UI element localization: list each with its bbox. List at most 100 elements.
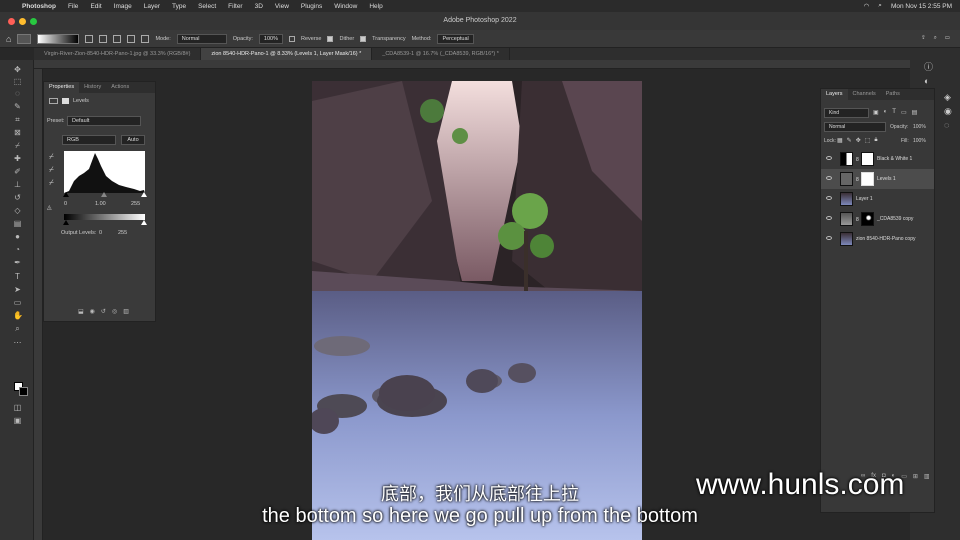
gradient-tool-icon[interactable]: ▤ [13,219,22,228]
zoom-window-button[interactable] [30,18,37,25]
output-black-value[interactable]: 0 [99,230,102,236]
move-tool-icon[interactable]: ✥ [13,65,22,74]
marquee-tool-icon[interactable]: ⬚ [13,77,22,86]
layer-opacity-input[interactable]: 100% [913,124,926,130]
output-black-slider[interactable] [63,220,69,225]
clock[interactable]: Mon Nov 15 2:55 PM [891,3,952,10]
menu-window[interactable]: Window [334,3,357,10]
tab-channels[interactable]: Channels [848,89,881,100]
app-menu[interactable]: Photoshop [22,3,56,10]
menu-edit[interactable]: Edit [90,3,101,10]
gradient-preview[interactable] [37,33,80,44]
tab-zion-pano[interactable]: zion 8540-HDR-Pano-1 @ 8.33% (Levels 1, … [201,48,373,60]
input-white-value[interactable]: 255 [131,201,140,207]
shape-tool-icon[interactable]: ▭ [13,298,22,307]
visibility-eye-icon[interactable] [826,236,832,240]
diamond-gradient-icon[interactable] [141,34,150,43]
screen-mode-icon[interactable]: ▣ [13,416,22,425]
angle-gradient-icon[interactable] [113,34,122,43]
search-icon[interactable]: ⌕ [934,35,937,42]
filter-kind-select[interactable]: Kind [824,108,869,118]
lock-all-icon[interactable]: 🔒︎ [874,137,877,144]
brush-tool-icon[interactable]: ✐ [13,167,22,176]
lock-artboard-icon[interactable]: ⬚ [865,137,871,144]
layer-row[interactable]: zion 8540-HDR-Pano copy [821,229,934,249]
menu-layer[interactable]: Layer [144,3,160,10]
search-icon[interactable]: ⌕ [878,2,882,10]
trash-icon[interactable]: ▥ [924,473,930,480]
layer-name[interactable]: Layer 1 [856,196,873,202]
menu-image[interactable]: Image [114,3,132,10]
visibility-icon[interactable]: ◎ [112,308,117,315]
eraser-tool-icon[interactable]: ◇ [13,206,22,215]
layer-mask-thumb[interactable] [861,152,874,166]
input-black-slider[interactable] [63,192,69,197]
clone-stamp-tool-icon[interactable]: ⊥ [13,180,22,189]
gray-eyedropper-icon[interactable]: ⌿ [49,165,54,175]
layer-mask-thumb[interactable] [861,212,874,226]
new-layer-icon[interactable]: ⊞ [913,473,918,480]
dodge-tool-icon[interactable]: ◔ [13,245,22,254]
layer-name[interactable]: Levels 1 [877,176,896,182]
input-mid-value[interactable]: 1.00 [95,201,106,207]
output-white-slider[interactable] [141,220,147,225]
input-white-slider[interactable] [141,192,147,197]
clipping-warning-icon[interactable]: ◬ [47,204,52,211]
tab-history[interactable]: History [79,82,106,93]
black-eyedropper-icon[interactable]: ⌿ [49,152,54,162]
tab-layers[interactable]: Layers [821,89,848,100]
tab-properties[interactable]: Properties [44,82,80,93]
share-icon[interactable]: ⇪ [921,35,926,42]
menu-help[interactable]: Help [369,3,382,10]
mask-icon[interactable] [62,98,69,104]
clip-to-layer-icon[interactable]: ⬓ [78,308,84,315]
home-icon[interactable]: ⌂ [6,34,11,44]
channel-select[interactable]: RGB [62,135,116,145]
close-window-button[interactable] [8,18,15,25]
layer-row[interactable]: 8 _CDA8539 copy [821,209,934,229]
filter-shape-icon[interactable]: ▭ [901,109,907,116]
menu-filter[interactable]: Filter [228,3,242,10]
blend-mode-select[interactable]: Normal [824,122,886,132]
fill-input[interactable]: 100% [913,138,926,144]
delete-icon[interactable]: ▥ [123,308,129,315]
layers-icon[interactable]: ◈ [944,92,951,103]
tab-paths[interactable]: Paths [881,89,905,100]
lock-image-icon[interactable]: ✎ [847,137,852,144]
tab-virgin-river[interactable]: Virgin-River-Zion-8540-HDR-Pano-1.jpg @ … [34,48,202,60]
input-mid-slider[interactable] [101,192,107,197]
workspace-icon[interactable]: ▭ [945,35,950,42]
auto-button[interactable]: Auto [121,135,145,145]
visibility-eye-icon[interactable] [826,176,832,180]
type-tool-icon[interactable]: T [13,272,22,281]
paths-icon[interactable]: ◌ [944,120,949,130]
crop-tool-icon[interactable]: ⌗ [13,115,22,124]
layer-row[interactable]: Layer 1 [821,189,934,209]
quick-mask-icon[interactable]: ◫ [13,403,22,412]
path-selection-tool-icon[interactable]: ➤ [13,285,22,294]
history-brush-tool-icon[interactable]: ↺ [13,193,22,202]
reflected-gradient-icon[interactable] [127,34,136,43]
lock-pixels-icon[interactable]: ▦ [837,137,843,144]
minimize-window-button[interactable] [19,18,26,25]
menu-type[interactable]: Type [172,3,186,10]
info-icon[interactable]: ⓘ [924,60,933,73]
filter-type-icon[interactable]: T [892,109,896,116]
hand-tool-icon[interactable]: ✋ [13,311,23,320]
filter-adjustment-icon[interactable]: ◐ [884,109,888,116]
menu-plugins[interactable]: Plugins [301,3,322,10]
adjustments-icon[interactable]: ◐ [924,76,929,86]
lock-position-icon[interactable]: ✥ [856,137,861,144]
menu-select[interactable]: Select [198,3,216,10]
frame-tool-icon[interactable]: ⊠ [13,128,22,137]
layer-name[interactable]: Black & White 1 [877,156,912,162]
linear-gradient-icon[interactable] [85,34,94,43]
menu-3d[interactable]: 3D [255,3,263,10]
quick-select-tool-icon[interactable]: ✎ [13,102,22,111]
link-icon[interactable]: 8 [856,217,859,223]
healing-tool-icon[interactable]: ✚ [13,154,22,163]
method-select[interactable]: Perceptual [437,33,474,44]
visibility-eye-icon[interactable] [826,216,832,220]
opacity-input[interactable]: 100% [258,33,283,44]
layer-row-selected[interactable]: 8 Levels 1 [821,169,934,189]
